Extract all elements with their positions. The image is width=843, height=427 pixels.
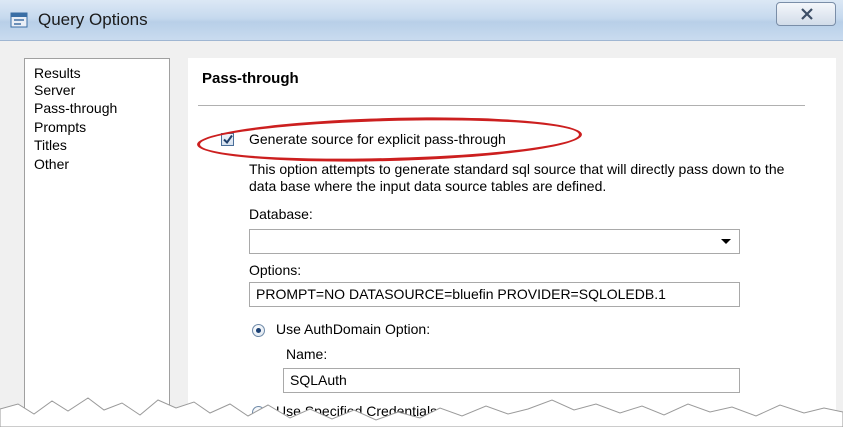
app-icon <box>10 12 28 28</box>
options-input[interactable]: PROMPT=NO DATASOURCE=bluefin PROVIDER=SQ… <box>249 282 740 307</box>
options-label: Options: <box>249 262 302 278</box>
name-label: Name: <box>286 346 328 362</box>
pass-through-description: This option attempts to generate standar… <box>249 161 785 194</box>
window-title: Query Options <box>38 10 148 29</box>
close-button[interactable] <box>776 2 836 26</box>
title-bar: Query Options <box>0 0 843 41</box>
nav-item-other[interactable]: Other <box>34 156 69 173</box>
nav-item-results[interactable]: Results <box>34 65 81 82</box>
auth-domain-label[interactable]: Use AuthDomain Option: <box>276 321 430 337</box>
database-combobox[interactable] <box>249 229 740 254</box>
specified-credentials-label[interactable]: Use Specified Credentials <box>276 403 437 419</box>
nav-item-titles[interactable]: Titles <box>34 137 67 154</box>
nav-item-pass-through[interactable]: Pass-through <box>34 100 117 117</box>
auth-domain-radio[interactable] <box>252 324 265 337</box>
close-icon <box>801 8 813 20</box>
database-label: Database: <box>249 206 313 222</box>
nav-item-prompts[interactable]: Prompts <box>34 119 86 136</box>
section-divider <box>198 105 805 106</box>
nav-item-server[interactable]: Server <box>34 82 75 99</box>
section-title: Pass-through <box>202 70 299 87</box>
name-input[interactable]: SQLAuth <box>283 368 740 393</box>
dropdown-arrow-icon[interactable] <box>721 239 731 244</box>
specified-credentials-radio[interactable] <box>252 406 265 419</box>
query-options-dialog: Query Options Results Server Pass-throug… <box>0 0 843 427</box>
